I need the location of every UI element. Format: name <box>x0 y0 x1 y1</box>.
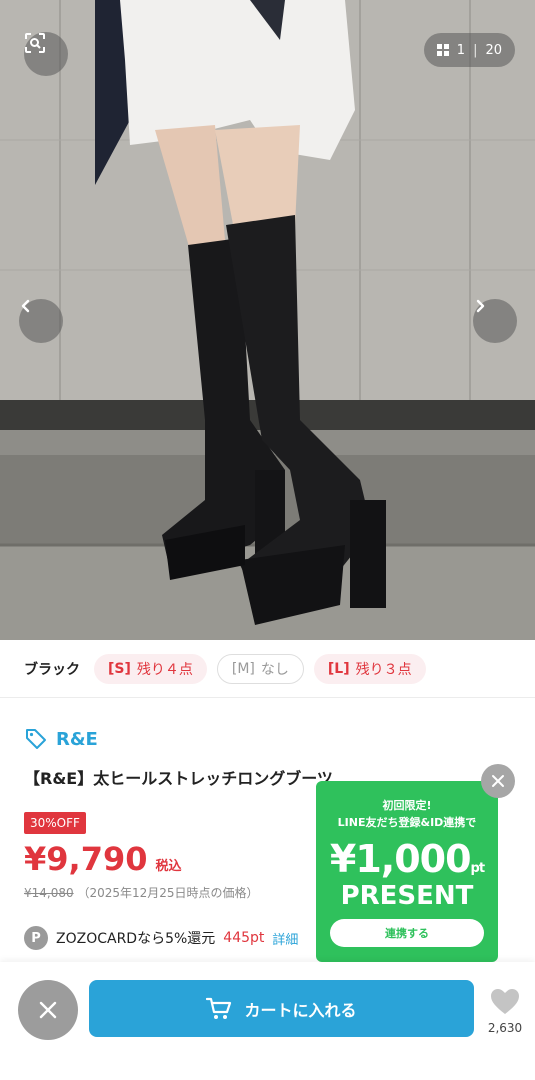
points-detail-link[interactable]: 詳細 <box>272 929 298 948</box>
line-promo-banner[interactable]: 初回限定! LINE友だち登録&ID連携で ¥1,000pt PRESENT 連… <box>316 781 498 962</box>
points-label: ZOZOCARDなら5%還元 <box>56 931 216 947</box>
size-label: [S] <box>108 660 131 677</box>
chevron-right-icon <box>476 299 485 313</box>
points-amount: 445pt <box>223 930 265 946</box>
grid-icon <box>436 44 449 56</box>
size-chip-m[interactable]: [M] なし <box>216 653 304 684</box>
price: ¥9,790 税込 <box>24 840 182 878</box>
product-photo[interactable]: 1 | 20 <box>0 0 535 640</box>
size-label: [L] <box>327 660 350 677</box>
close-button[interactable] <box>18 980 78 1040</box>
line-promo-line1: 初回限定! <box>382 799 432 812</box>
points-row: P ZOZOCARDなら5%還元 445pt 詳細 <box>24 926 298 950</box>
original-price-row: ¥14,080 （2025年12月25日時点の価格） <box>24 884 259 901</box>
line-promo-amount-value: ¥1,000 <box>329 837 472 881</box>
line-banner-close-button[interactable] <box>481 764 515 798</box>
size-selector: ブラック [S] 残り４点 [M] なし [L] 残り３点 <box>0 640 535 698</box>
line-promo-amount: ¥1,000pt <box>316 837 498 881</box>
original-price: ¥14,080 <box>24 886 74 900</box>
size-chip-s[interactable]: [S] 残り４点 <box>94 653 207 684</box>
next-image-button[interactable] <box>473 299 517 343</box>
image-search-button[interactable] <box>24 32 68 76</box>
favorite-count: 2,630 <box>487 1021 523 1035</box>
product-title: 【R&E】太ヒールストレッチロングブーツ <box>24 769 333 788</box>
stock-label: 残り４点 <box>136 661 193 678</box>
line-promo-amount-unit: pt <box>470 861 485 876</box>
image-counter-total: 20 <box>485 42 502 58</box>
add-to-cart-label: カートに入れる <box>244 1000 357 1020</box>
line-promo-text: 初回限定! LINE友だち登録&ID連携で <box>316 797 498 831</box>
image-counter[interactable]: 1 | 20 <box>423 33 515 67</box>
boots-photo-illustration <box>0 0 535 640</box>
tag-icon <box>26 729 46 749</box>
points-icon: P <box>24 926 48 950</box>
line-link-button[interactable]: 連携する <box>330 919 484 947</box>
brand-link[interactable]: R&E <box>24 727 98 751</box>
stock-label: 残り３点 <box>355 661 412 678</box>
brand-name: R&E <box>56 728 98 750</box>
line-promo-present: PRESENT <box>340 881 474 911</box>
sale-price: ¥9,790 <box>24 840 148 878</box>
add-to-cart-button[interactable]: カートに入れる <box>89 980 474 1037</box>
price-date-note: （2025年12月25日時点の価格） <box>77 886 259 900</box>
stock-label: なし <box>260 661 289 678</box>
size-label: [M] <box>231 660 255 677</box>
image-search-icon <box>25 33 45 53</box>
cart-icon <box>206 997 232 1019</box>
bottom-action-bar: カートに入れる 2,630 <box>0 962 535 1080</box>
close-icon <box>492 775 504 787</box>
size-chip-l[interactable]: [L] 残り３点 <box>313 653 426 684</box>
heart-icon <box>491 989 519 1014</box>
color-name: ブラック <box>24 661 80 678</box>
line-promo-line2: LINE友だち登録&ID連携で <box>337 816 477 829</box>
tax-label: 税込 <box>155 859 182 874</box>
discount-badge: 30%OFF <box>24 812 86 834</box>
close-icon <box>39 1001 57 1019</box>
image-counter-current: 1 <box>456 42 466 58</box>
chevron-left-icon <box>21 299 30 313</box>
image-counter-separator: | <box>473 42 478 58</box>
favorite-button[interactable]: 2,630 <box>486 988 524 1035</box>
previous-image-button[interactable] <box>19 299 63 343</box>
